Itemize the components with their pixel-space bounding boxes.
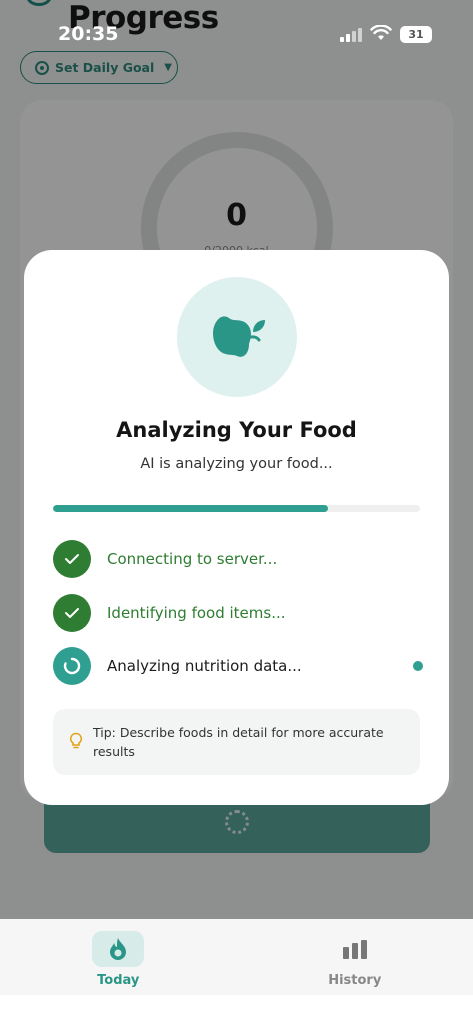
tab-today[interactable]: Today: [0, 919, 237, 995]
wifi-icon: [370, 25, 392, 40]
tab-history-icon-wrap: [329, 931, 381, 967]
checkmark-icon: [65, 554, 79, 564]
apple-icon: [213, 316, 265, 357]
home-indicator-area: [0, 995, 473, 1024]
step-active-badge: [53, 647, 91, 685]
lightbulb-icon: [69, 732, 83, 749]
tab-today-icon-wrap: [92, 931, 145, 967]
flame-icon: [110, 938, 127, 960]
status-bar: 20:35 31: [0, 0, 473, 60]
loading-circle-icon: [63, 657, 81, 675]
step-analyzing-nutrition: Analyzing nutrition data...: [53, 647, 423, 685]
activity-dot-icon: [413, 661, 423, 671]
tab-bar: Today History: [0, 919, 473, 995]
step-done-badge: [53, 594, 91, 632]
modal-title: Analyzing Your Food: [116, 418, 357, 442]
tip-box: Tip: Describe foods in detail for more a…: [53, 709, 420, 775]
battery-indicator: 31: [400, 26, 432, 43]
analysis-progress-bar: [53, 505, 420, 512]
status-time: 20:35: [58, 23, 119, 45]
food-icon-circle: [177, 277, 297, 397]
tip-text: Tip: Describe foods in detail for more a…: [93, 725, 384, 759]
analyzing-modal: Analyzing Your Food AI is analyzing your…: [24, 250, 449, 805]
step-done-badge: [53, 540, 91, 578]
bar-chart-icon: [342, 940, 367, 959]
step-label: Analyzing nutrition data...: [107, 657, 302, 675]
tab-history-label: History: [328, 973, 382, 988]
step-label: Identifying food items...: [107, 604, 286, 622]
modal-subtitle: AI is analyzing your food...: [140, 456, 333, 472]
step-identifying: Identifying food items...: [53, 594, 423, 632]
battery-level: 31: [408, 28, 424, 41]
tab-history[interactable]: History: [237, 919, 473, 995]
step-label: Connecting to server...: [107, 550, 278, 568]
tab-today-label: Today: [97, 973, 140, 988]
cellular-signal-icon: [340, 28, 362, 42]
checkmark-icon: [65, 608, 79, 618]
analysis-progress-fill: [53, 505, 329, 512]
step-connecting: Connecting to server...: [53, 540, 423, 578]
